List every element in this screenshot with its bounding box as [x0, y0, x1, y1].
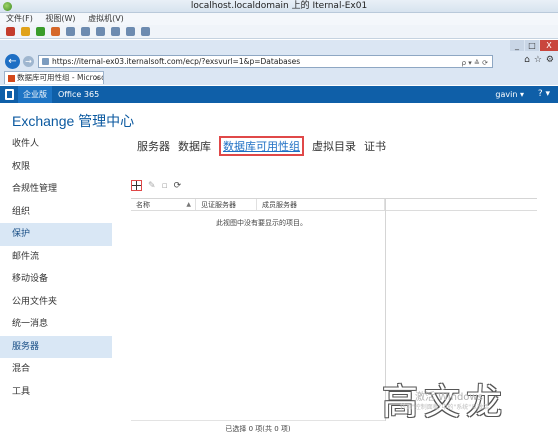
sidebar-item-mail-flow[interactable]: 邮件流: [0, 246, 112, 269]
sidebar-item-recipients[interactable]: 收件人: [0, 133, 112, 156]
office365-link[interactable]: Office 365: [58, 86, 99, 103]
tab-close-icon[interactable]: ×: [94, 72, 100, 84]
maximize-button[interactable]: □: [525, 40, 539, 51]
selection-status: 已选择 0 项(共 0 项): [131, 420, 385, 434]
tab-favicon-icon: [8, 75, 15, 82]
enterprise-link[interactable]: 企业版: [18, 86, 52, 103]
empty-message: 此视图中没有要显示的项目。: [216, 219, 307, 227]
home-icon[interactable]: ⌂: [524, 55, 530, 65]
o365-header: 企业版 Office 365 gavin ▾ ? ▾: [0, 86, 558, 103]
manage-snapshots-icon[interactable]: [96, 27, 105, 36]
tab-servers[interactable]: 服务器: [137, 138, 170, 154]
sidebar-item-tools[interactable]: 工具: [0, 381, 112, 404]
sidebar-item-unified-messaging[interactable]: 统一消息: [0, 313, 112, 336]
tab-virtual-directories[interactable]: 虚拟目录: [312, 138, 356, 154]
vm-title-bar: localhost.localdomain 上的 Iternal-Ex01: [0, 0, 558, 13]
sidebar-item-protection[interactable]: 保护: [0, 223, 112, 246]
pause-icon[interactable]: [21, 27, 30, 36]
column-name[interactable]: 名称 ▲: [131, 199, 196, 210]
sidebar-item-organization[interactable]: 组织: [0, 201, 112, 224]
address-url: https://iternal-ex03.iternalsoft.com/ecp…: [52, 57, 301, 66]
close-button[interactable]: X: [540, 40, 558, 51]
play-icon[interactable]: [36, 27, 45, 36]
refresh-icon[interactable]: ⟳: [174, 181, 182, 191]
app-title: Exchange 管理中心: [12, 113, 135, 129]
snapshot-icon[interactable]: [66, 27, 75, 36]
vm-menu-vm[interactable]: 虚拟机(V): [88, 14, 124, 23]
sidebar-item-permissions[interactable]: 权限: [0, 156, 112, 179]
sidebar-item-public-folders[interactable]: 公用文件夹: [0, 291, 112, 314]
tab-title: 数据库可用性组 - Microso...: [17, 73, 104, 82]
fullscreen-icon[interactable]: [126, 27, 135, 36]
delete-trash-icon[interactable]: ▫: [162, 181, 168, 191]
sidebar: 收件人 权限 合规性管理 组织 保护 邮件流 移动设备 公用文件夹 统一消息 服…: [0, 133, 112, 441]
tab-dag[interactable]: 数据库可用性组: [219, 136, 304, 156]
revert-icon[interactable]: [81, 27, 90, 36]
tab-certificates[interactable]: 证书: [364, 138, 386, 154]
sort-asc-icon: ▲: [186, 201, 191, 208]
activate-windows-text: 激活 Windows: [415, 392, 483, 403]
user-menu[interactable]: gavin ▾: [495, 86, 524, 103]
edit-pencil-icon[interactable]: ✎: [148, 181, 156, 191]
vm-toolbar: [0, 25, 558, 39]
vm-menu-view[interactable]: 视图(W): [45, 14, 75, 23]
minimize-button[interactable]: _: [510, 40, 524, 51]
reset-icon[interactable]: [51, 27, 60, 36]
server-tabs: 服务器 数据库 数据库可用性组 虚拟目录 证书: [137, 136, 386, 156]
tab-databases[interactable]: 数据库: [178, 138, 211, 154]
stop-icon[interactable]: [6, 27, 15, 36]
browser-right-icons: ⌂ ☆ ⚙: [524, 55, 554, 65]
browser-tab[interactable]: 数据库可用性组 - Microso... ×: [4, 71, 104, 84]
address-actions[interactable]: ρ ▾ ≙ ⟳: [462, 58, 488, 69]
vm-menu-bar: 文件(F) 视图(W) 虚拟机(V): [0, 13, 558, 25]
add-icon[interactable]: [131, 180, 142, 191]
vm-menu-file[interactable]: 文件(F): [6, 14, 33, 23]
sidebar-item-compliance[interactable]: 合规性管理: [0, 178, 112, 201]
settings-icon[interactable]: [141, 27, 150, 36]
back-arrow-icon[interactable]: ←: [5, 54, 20, 69]
vm-logo-icon: [3, 2, 12, 11]
column-member-servers[interactable]: 成员服务器: [257, 199, 385, 210]
sidebar-item-hybrid[interactable]: 混合: [0, 358, 112, 381]
tools-gear-icon[interactable]: ⚙: [546, 55, 554, 65]
browser-chrome: _ □ X ← → https://iternal-ex03.iternalso…: [0, 40, 558, 85]
console-icon[interactable]: [111, 27, 120, 36]
help-menu[interactable]: ? ▾: [538, 86, 550, 103]
list-toolbar: ✎ ▫ ⟳: [131, 180, 181, 191]
vm-title: localhost.localdomain 上的 Iternal-Ex01: [190, 1, 368, 11]
office-logo-icon: [5, 89, 14, 100]
forward-arrow-icon[interactable]: →: [23, 56, 34, 67]
favorites-icon[interactable]: ☆: [534, 55, 542, 65]
lock-icon: [42, 58, 49, 65]
sidebar-item-servers[interactable]: 服务器: [0, 335, 112, 358]
activate-windows-subtext: 转到"控制面板"中的"系统"以激活: [400, 404, 490, 411]
column-witness-server[interactable]: 见证服务器: [196, 199, 257, 210]
window-controls: _ □ X: [509, 40, 558, 52]
sidebar-item-mobile[interactable]: 移动设备: [0, 268, 112, 291]
address-bar[interactable]: https://iternal-ex03.iternalsoft.com/ecp…: [38, 55, 493, 68]
